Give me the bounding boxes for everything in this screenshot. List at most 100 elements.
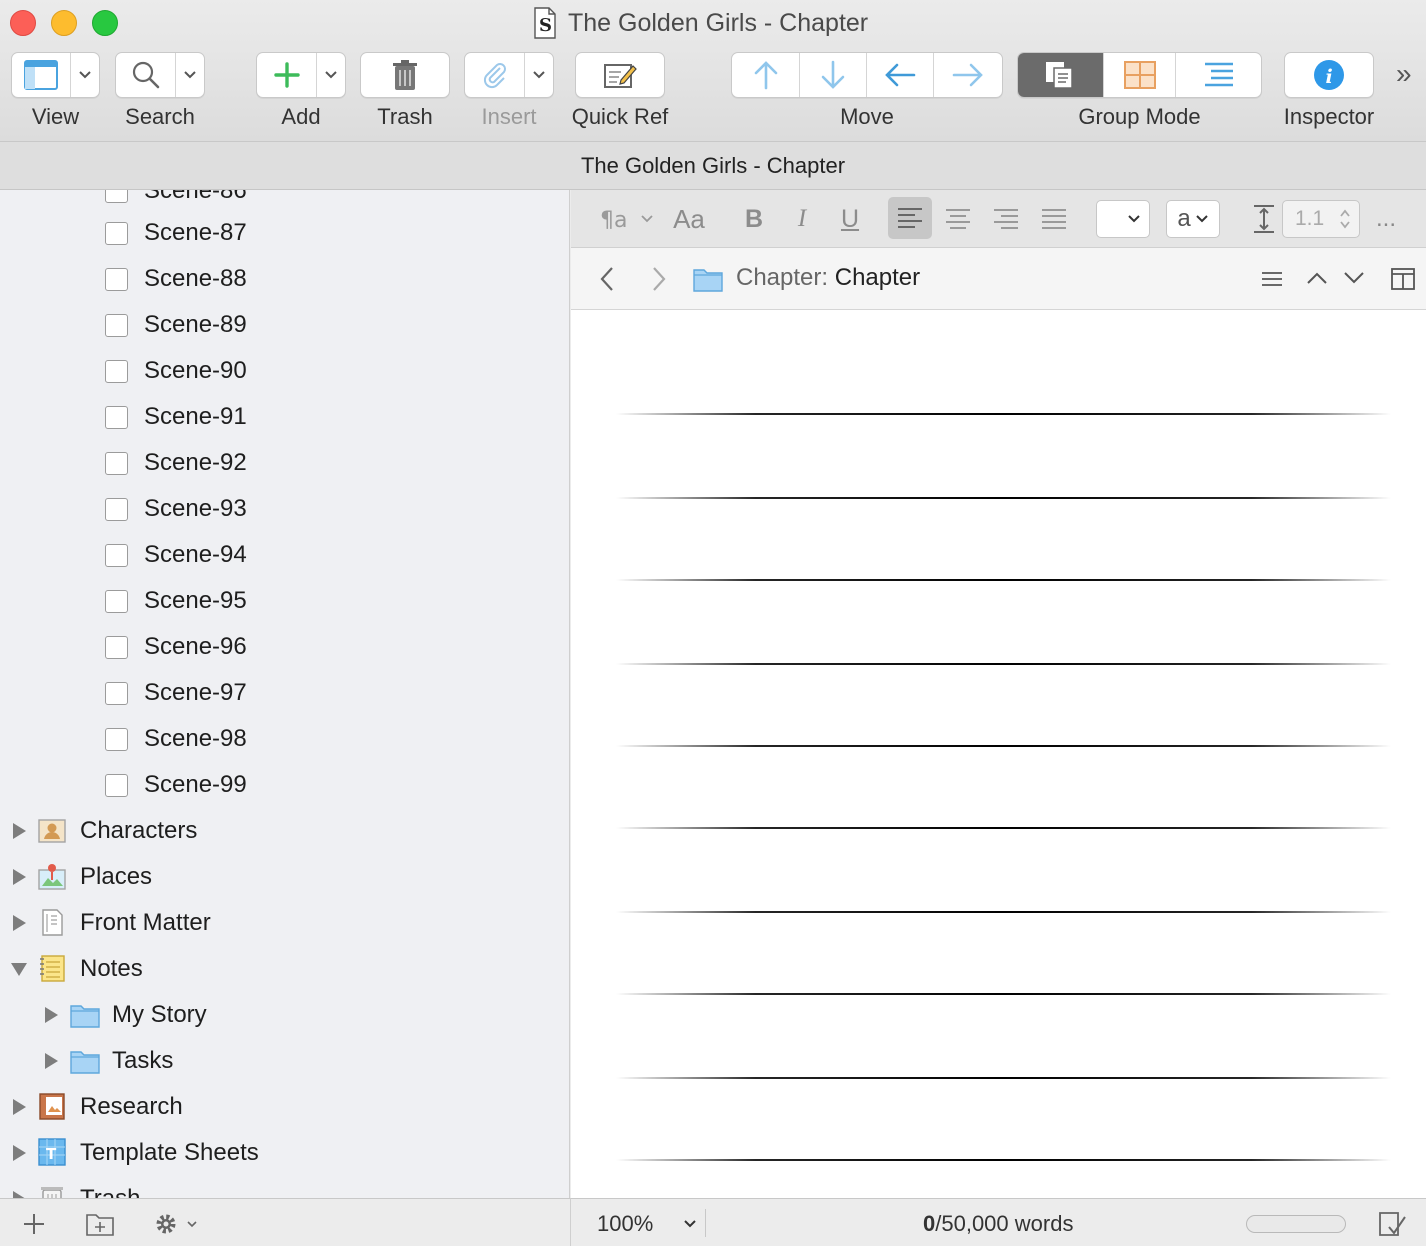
binder-row-scene[interactable]: Scene-89 — [0, 302, 569, 348]
move-left-button[interactable] — [867, 53, 934, 97]
binder-item-notes[interactable]: Notes — [0, 946, 569, 992]
disclosure-triangle-icon[interactable] — [13, 1191, 26, 1198]
binder-item-tasks[interactable]: Tasks — [0, 1038, 569, 1084]
disclosure-triangle-icon[interactable] — [45, 1007, 58, 1023]
text-color-dropdown[interactable]: a — [1166, 200, 1220, 238]
binder-row-scene[interactable]: Scene-87 — [0, 210, 569, 256]
format-more-button[interactable]: ... — [1371, 202, 1401, 236]
binder-row-label: Scene-87 — [144, 219, 247, 246]
split-editor-icon[interactable] — [1391, 268, 1415, 290]
binder-item-trash[interactable]: Trash — [0, 1176, 569, 1198]
word-count-current: 0 — [923, 1211, 936, 1236]
add-item-icon[interactable] — [22, 1212, 46, 1236]
binder-row-scene[interactable]: Scene-92 — [0, 440, 569, 486]
disclosure-triangle-icon[interactable] — [13, 1099, 26, 1115]
binder-row-label: Scene-91 — [144, 403, 247, 430]
binder-row-scene[interactable]: Scene-88 — [0, 256, 569, 302]
align-right-button[interactable] — [989, 202, 1023, 236]
highlight-color-dropdown[interactable] — [1096, 200, 1150, 238]
binder-row-label: Scene-90 — [144, 357, 247, 384]
move-right-button[interactable] — [934, 53, 1002, 97]
disclosure-triangle-icon[interactable] — [13, 823, 26, 839]
search-icon — [132, 61, 159, 89]
view-button[interactable] — [11, 52, 100, 98]
editor-text-area[interactable] — [571, 310, 1426, 1198]
trash-bin-icon — [41, 1187, 63, 1198]
font-button[interactable]: Aa — [669, 202, 709, 236]
binder-row-scene[interactable]: Scene-95 — [0, 578, 569, 624]
quickref-button[interactable] — [575, 52, 665, 98]
binder-item-my-story[interactable]: My Story — [0, 992, 569, 1038]
binder-row-scene[interactable]: Scene-98 — [0, 716, 569, 762]
arrow-left-icon — [885, 63, 916, 87]
back-arrow-icon[interactable] — [599, 266, 615, 292]
binder-row-scene[interactable]: Scene-93 — [0, 486, 569, 532]
forward-arrow-icon[interactable] — [651, 266, 667, 292]
binder-item-front-matter[interactable]: Front Matter — [0, 900, 569, 946]
zoom-window-button[interactable] — [92, 10, 118, 36]
paragraph-style-button[interactable]: ¶a — [599, 202, 657, 236]
binder-row-scene[interactable]: Scene-90 — [0, 348, 569, 394]
gear-icon[interactable] — [152, 1210, 202, 1238]
binder-row-label: Scene-94 — [144, 541, 247, 568]
chevron-up-icon[interactable] — [1306, 270, 1328, 286]
editor-header-title[interactable]: Chapter: Chapter — [736, 264, 920, 292]
binder-row-scene[interactable]: Scene-96 — [0, 624, 569, 670]
document-separator — [616, 827, 1391, 829]
close-window-button[interactable] — [10, 10, 36, 36]
binder-item-characters[interactable]: Characters — [0, 808, 569, 854]
window-title-text: The Golden Girls - Chapter — [568, 8, 869, 37]
binder-item-research[interactable]: Research — [0, 1084, 569, 1130]
add-button[interactable] — [256, 52, 346, 98]
target-icon[interactable] — [1377, 1209, 1407, 1239]
scene-checkbox-icon — [105, 313, 128, 337]
trash-button[interactable] — [360, 52, 450, 98]
line-spacing-stepper[interactable]: 1.1 — [1282, 200, 1360, 238]
search-button[interactable] — [115, 52, 205, 98]
minimize-window-button[interactable] — [51, 10, 77, 36]
binder-sidebar: Scene-86 Scene-87 Scene-88 Scene-89 Scene-9… — [0, 190, 570, 1198]
svg-text:¶a: ¶a — [600, 208, 627, 233]
header-title-prefix: Chapter: — [736, 264, 829, 291]
binder-row-scene[interactable]: Scene-99 — [0, 762, 569, 808]
chevron-down-icon[interactable] — [1343, 270, 1365, 286]
add-folder-icon[interactable] — [85, 1210, 115, 1238]
align-right-icon — [994, 209, 1018, 229]
bold-button[interactable]: B — [739, 202, 769, 236]
text-color-label: a — [1177, 205, 1191, 232]
disclosure-triangle-icon[interactable] — [11, 963, 27, 976]
word-count-target: /50,000 words — [935, 1211, 1074, 1236]
justify-button[interactable] — [1037, 202, 1071, 236]
zoom-dropdown[interactable]: 100% — [597, 1211, 697, 1237]
toolbar-overflow-button[interactable]: » — [1396, 58, 1412, 90]
align-center-icon — [946, 209, 970, 229]
binder-row-scene[interactable]: Scene-97 — [0, 670, 569, 716]
binder-item-places[interactable]: Places — [0, 854, 569, 900]
underline-button[interactable]: U — [835, 202, 865, 236]
window-titlebar: S The Golden Girls - Chapter View Search… — [0, 0, 1426, 142]
disclosure-triangle-icon[interactable] — [13, 1145, 26, 1161]
binder-row-label: Scene-93 — [144, 495, 247, 522]
align-left-button[interactable] — [888, 197, 932, 239]
binder-row-scene[interactable]: Scene-91 — [0, 394, 569, 440]
document-separator — [616, 579, 1391, 581]
binder-item-label: My Story — [112, 1001, 207, 1028]
binder-row-scene[interactable]: Scene-94 — [0, 532, 569, 578]
move-down-button[interactable] — [800, 53, 867, 97]
corkboard-mode-button[interactable] — [1104, 53, 1177, 97]
align-left-icon — [898, 208, 922, 228]
move-up-button[interactable] — [732, 53, 800, 97]
inspector-button[interactable]: i — [1284, 52, 1374, 98]
italic-button[interactable]: I — [787, 202, 817, 236]
outliner-mode-button[interactable] — [1176, 53, 1261, 97]
align-center-button[interactable] — [941, 202, 975, 236]
chevron-down-icon — [1195, 215, 1208, 223]
scrivenings-mode-button[interactable] — [1018, 53, 1104, 97]
disclosure-triangle-icon[interactable] — [13, 915, 26, 931]
menu-lines-icon[interactable] — [1261, 271, 1283, 287]
insert-button[interactable] — [464, 52, 554, 98]
disclosure-triangle-icon[interactable] — [45, 1053, 58, 1069]
trash-icon — [393, 60, 417, 90]
disclosure-triangle-icon[interactable] — [13, 869, 26, 885]
binder-item-template-sheets[interactable]: T Template Sheets — [0, 1130, 569, 1176]
